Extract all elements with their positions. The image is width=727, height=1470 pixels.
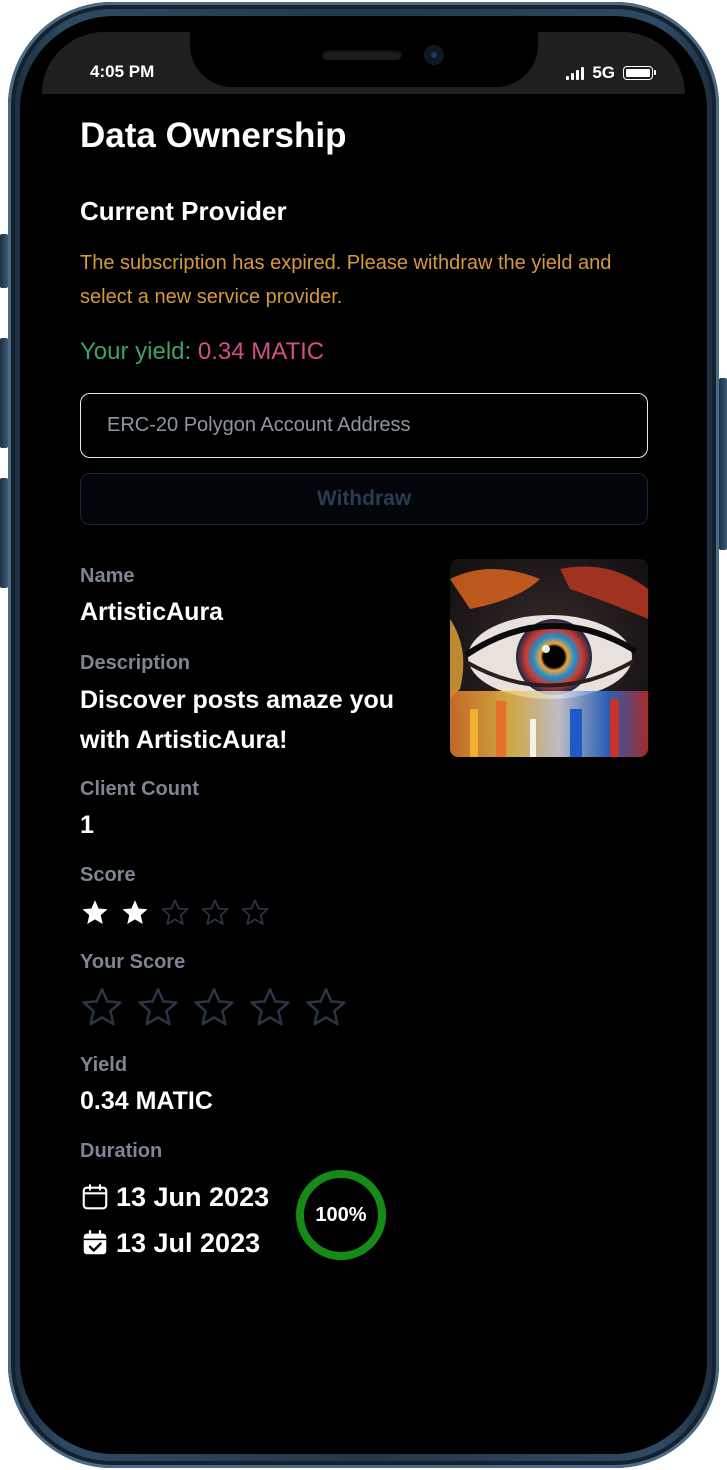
yield-label: Yield	[80, 1054, 128, 1076]
score-star-icon-2	[122, 900, 148, 924]
duration-label: Duration	[80, 1140, 163, 1162]
your-score-star-icon-2[interactable]	[136, 986, 180, 1030]
duration-dates: 13 Jun 2023 13 Jul 2023	[80, 1174, 269, 1266]
eye-artwork-image	[450, 559, 648, 757]
score-label: Score	[80, 864, 136, 886]
phone-action-button	[0, 234, 8, 288]
phone-power-button	[719, 378, 727, 550]
your-score-star-icon-1[interactable]	[80, 986, 124, 1030]
your-score-star-icon-4[interactable]	[248, 986, 292, 1030]
phone-volume-down-button	[0, 478, 8, 588]
client-count-value: 1	[80, 811, 94, 839]
current-provider-heading: Current Provider	[80, 196, 287, 226]
score-rating	[80, 898, 270, 928]
start-date-row: 13 Jun 2023	[80, 1174, 269, 1220]
end-date: 13 Jul 2023	[116, 1227, 261, 1258]
score-star-icon-3	[161, 899, 189, 925]
client-count-label: Client Count	[80, 778, 199, 800]
network-label: 5G	[592, 63, 615, 82]
your-score-star-icon-5[interactable]	[304, 986, 348, 1030]
provider-thumbnail	[450, 559, 648, 757]
speaker-grille	[322, 50, 402, 60]
duration-progress: 100%	[295, 1169, 387, 1261]
your-yield-value: 0.34 MATIC	[197, 338, 325, 365]
calendar-check-icon	[83, 1230, 107, 1255]
score-star-icon-1	[82, 900, 108, 924]
battery-icon	[623, 66, 656, 80]
calendar-icon	[82, 1184, 108, 1210]
score-star-icon-4	[201, 899, 229, 925]
screen: 4:05 PM 5G Data Ownership Current Provid…	[42, 32, 685, 1440]
provider-description: Discover posts amaze you with ArtisticAu…	[80, 686, 395, 754]
expiry-notice: The subscription has expired. Please wit…	[80, 252, 612, 308]
page-title: Data Ownership	[80, 116, 347, 155]
your-yield: Your yield: 0.34 MATIC	[80, 338, 324, 366]
start-date: 13 Jun 2023	[116, 1181, 270, 1212]
phone-volume-up-button	[0, 338, 8, 448]
yield-value: 0.34 MATIC	[80, 1087, 213, 1115]
your-score-star-icon-3[interactable]	[192, 986, 236, 1030]
status-indicators: 5G	[566, 63, 656, 83]
notch	[190, 32, 538, 87]
withdraw-button[interactable]: Withdraw	[80, 473, 648, 525]
name-label: Name	[80, 565, 135, 587]
your-yield-label: Your yield:	[80, 338, 192, 365]
your-score-label: Your Score	[80, 951, 186, 973]
your-score-rating	[80, 986, 348, 1030]
status-time: 4:05 PM	[90, 62, 155, 81]
account-address-input[interactable]	[80, 393, 648, 458]
description-label: Description	[80, 652, 191, 674]
score-star-icon-5	[241, 899, 269, 925]
progress-percent: 100%	[315, 1204, 367, 1226]
provider-name: ArtisticAura	[80, 598, 224, 626]
end-date-row: 13 Jul 2023	[80, 1220, 269, 1266]
front-camera	[424, 45, 444, 65]
signal-icon	[566, 66, 585, 80]
